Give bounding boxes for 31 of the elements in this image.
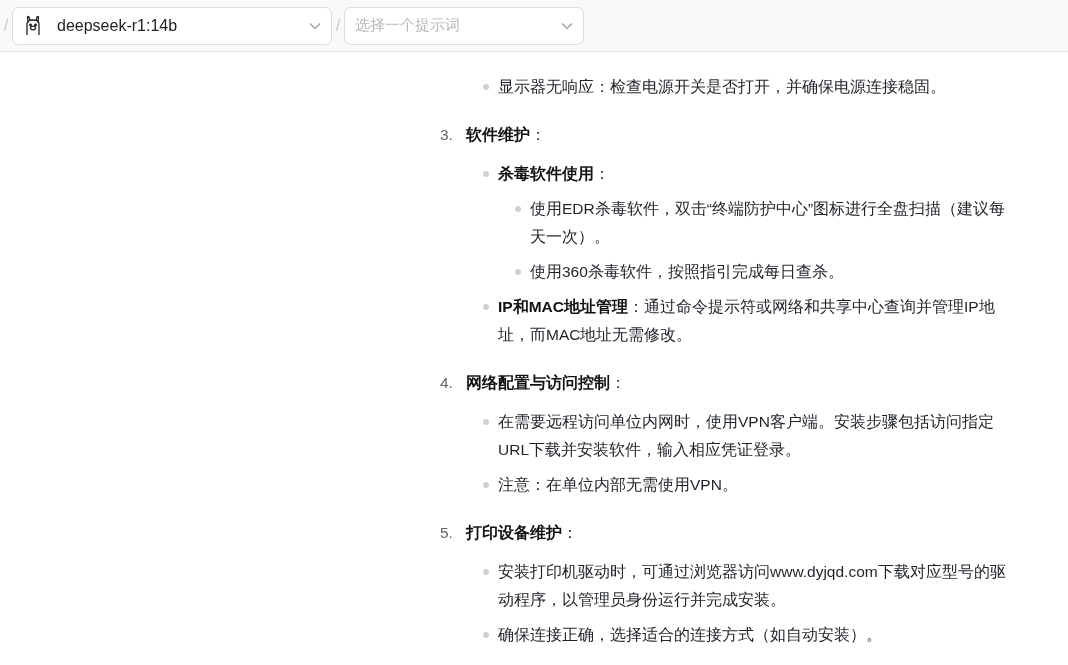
model-select[interactable]: deepseek-r1:14b bbox=[12, 6, 332, 45]
list-item-text: 使用360杀毒软件，按照指引完成每日查杀。 bbox=[530, 262, 844, 282]
chevron-down-icon bbox=[561, 21, 573, 30]
chevron-down-icon bbox=[309, 21, 321, 30]
list-item-text: IP和MAC地址管理：通过命令提示符或网络和共享中心查询并管理IP地址，而MAC地址无需修改。 bbox=[498, 297, 996, 345]
bullet-dot bbox=[483, 171, 489, 177]
bullet-dot bbox=[483, 569, 489, 575]
list-item-text: 使用EDR杀毒软件，双击“终端防护中心”图标进行全盘扫描（建议每天一次）。 bbox=[530, 199, 1007, 247]
bullet-dot bbox=[483, 632, 489, 638]
list-item-text: 安装打印机驱动时，可通过浏览器访问www.dyjqd.com下载对应型号的驱动程序，以管理员身份运行并完成安装。 bbox=[498, 562, 1007, 610]
bullet-dot bbox=[515, 206, 521, 212]
bullet-dot bbox=[515, 269, 521, 275]
model-name: deepseek-r1:14b bbox=[57, 16, 179, 35]
list-item-text: 在需要远程访问单位内网时，使用VPN客户端。安装步骤包括访问指定URL下载并安装软件，输入相应凭证登录。 bbox=[498, 412, 995, 460]
list-item-text: 杀毒软件使用： bbox=[498, 164, 610, 184]
list-number: 5. bbox=[440, 523, 454, 543]
list-number: 3. bbox=[440, 125, 454, 145]
bullet-dot bbox=[483, 304, 489, 310]
section-heading: 网络配置与访问控制： bbox=[466, 373, 626, 393]
bullet-dot bbox=[483, 419, 489, 425]
bullet-dot bbox=[483, 482, 489, 488]
llama-icon bbox=[23, 14, 43, 37]
section-heading: 软件维护： bbox=[466, 125, 546, 145]
list-number: 4. bbox=[440, 373, 454, 393]
list-item-text: 确保连接正确，选择适合的连接方式（如自动安装）。 bbox=[498, 625, 882, 645]
bullet-dot bbox=[483, 84, 489, 90]
list-item-text: 显示器无响应：检查电源开关是否打开，并确保电源连接稳固。 bbox=[498, 77, 946, 97]
section-heading: 打印设备维护： bbox=[466, 523, 578, 543]
list-item-text: 注意：在单位内部无需使用VPN。 bbox=[498, 475, 738, 495]
breadcrumb-separator: / bbox=[2, 16, 10, 35]
breadcrumb-separator: / bbox=[334, 16, 342, 35]
